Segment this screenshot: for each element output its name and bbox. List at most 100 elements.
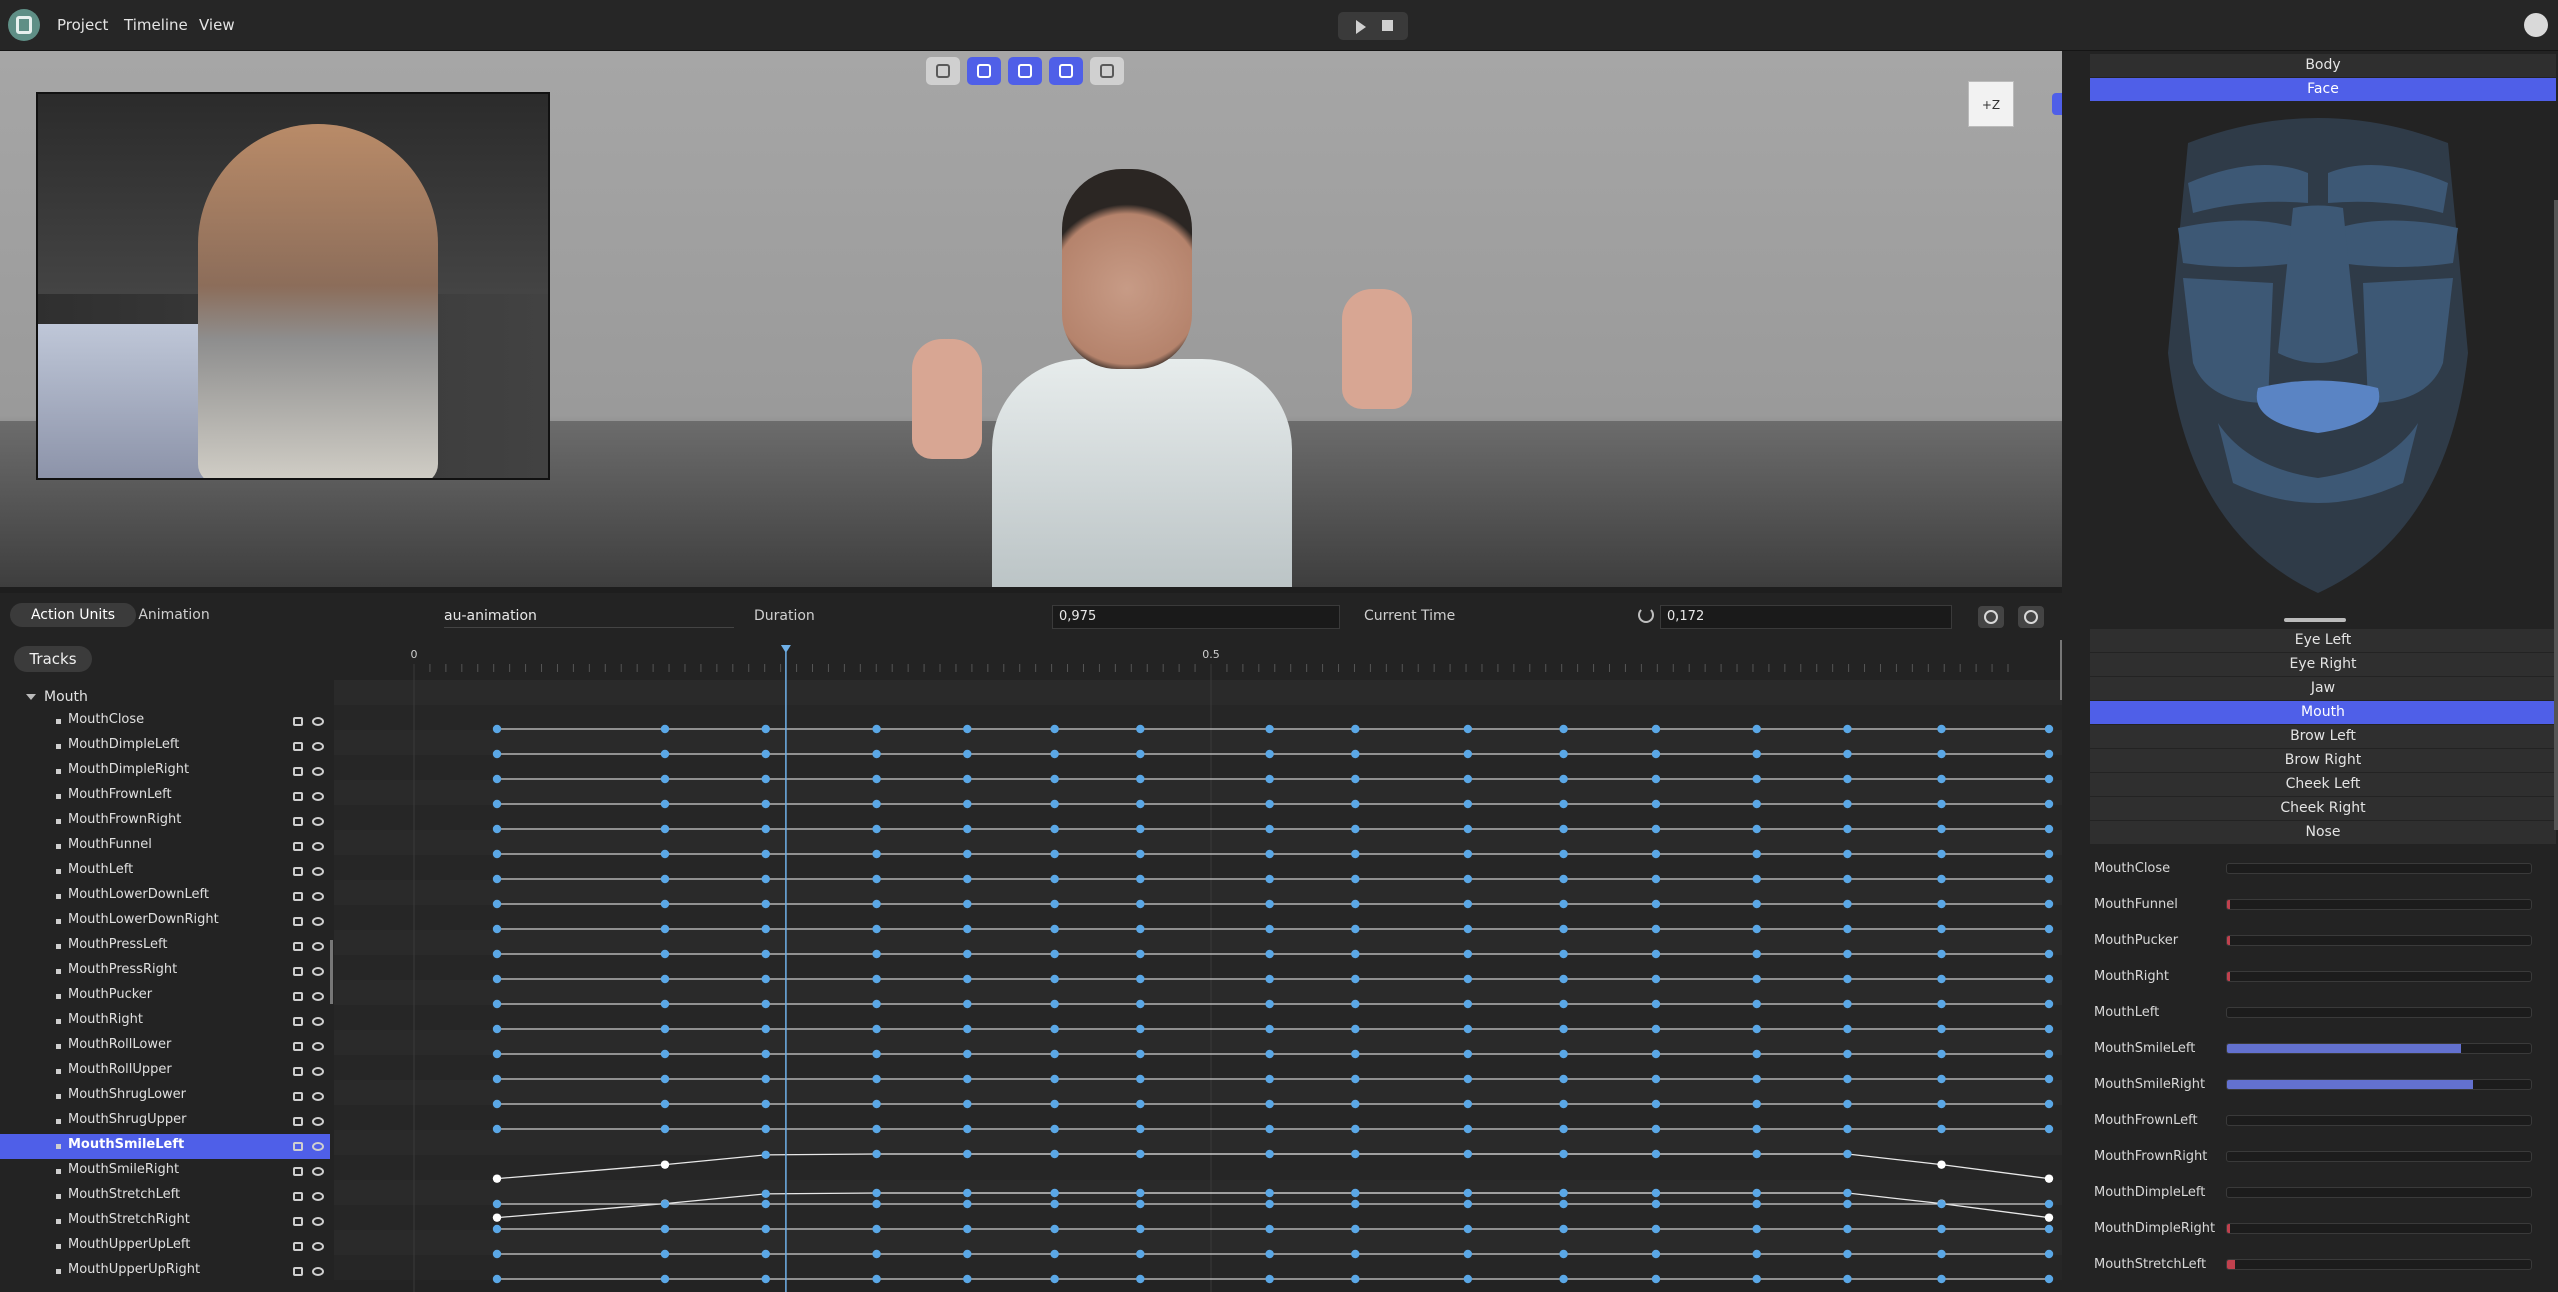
keyframe-point[interactable] [1265, 949, 1274, 959]
track-group-mouth[interactable]: Mouth [26, 685, 88, 709]
keyframe-point[interactable] [1351, 949, 1360, 959]
keyframe-point[interactable] [1351, 824, 1360, 834]
keyframe-point[interactable] [1463, 774, 1473, 784]
keyframe-point[interactable] [963, 849, 972, 859]
keyframe-point[interactable] [492, 1213, 502, 1222]
keyframe-point[interactable] [872, 1249, 881, 1259]
keyframe-point[interactable] [761, 999, 770, 1009]
keyframe-point[interactable] [1752, 999, 1761, 1009]
keyframe-point[interactable] [1050, 1188, 1059, 1198]
keyframe-point[interactable] [872, 1049, 881, 1059]
keyframe-point[interactable] [1843, 1274, 1852, 1284]
keyframe-point[interactable] [872, 724, 881, 734]
keyframe-point[interactable] [660, 799, 670, 809]
keyframe-point[interactable] [1843, 1074, 1852, 1084]
keyframe-point[interactable] [1463, 1124, 1473, 1134]
github-icon[interactable] [2524, 13, 2548, 37]
chevron-right-icon[interactable] [2052, 93, 2062, 115]
keyframe-point[interactable] [492, 724, 502, 734]
keyframe-point[interactable] [1651, 724, 1661, 734]
keyframe-point[interactable] [1136, 1274, 1145, 1284]
keyframe-point[interactable] [1265, 1188, 1274, 1198]
keyframe-point[interactable] [492, 849, 502, 859]
keyframe-point[interactable] [1651, 1199, 1661, 1209]
keyframe-point[interactable] [1050, 899, 1059, 909]
keyframe-point[interactable] [1843, 874, 1852, 884]
keyframe-point[interactable] [761, 1189, 770, 1199]
keyframe-point[interactable] [1265, 1199, 1274, 1209]
keyframe-point[interactable] [660, 1074, 670, 1084]
tracks-header[interactable]: Tracks [14, 646, 92, 672]
action-unit-slider[interactable] [2226, 863, 2532, 874]
keyframe-point[interactable] [1265, 1224, 1274, 1234]
keyframe-point[interactable] [1937, 1224, 1946, 1234]
keyframe-point[interactable] [1136, 1049, 1145, 1059]
keyframe-point[interactable] [660, 849, 670, 859]
menu-timeline[interactable]: Timeline [124, 16, 188, 34]
keyframe-point[interactable] [1050, 1074, 1059, 1084]
keyframe-point[interactable] [660, 1024, 670, 1034]
keyframe-point[interactable] [1843, 749, 1852, 759]
keyframe-point[interactable] [660, 949, 670, 959]
keyframe-point[interactable] [1752, 974, 1761, 984]
eye-icon[interactable] [312, 817, 324, 826]
lock-icon[interactable] [293, 1267, 303, 1276]
keyframe-point[interactable] [1651, 1049, 1661, 1059]
keyframe-point[interactable] [761, 1274, 770, 1284]
keyframe-point[interactable] [872, 824, 881, 834]
lock-icon[interactable] [293, 1067, 303, 1076]
keyframe-point[interactable] [761, 949, 770, 959]
keyframe-point[interactable] [1265, 924, 1274, 934]
keyframe-point[interactable] [1265, 1274, 1274, 1284]
eye-icon[interactable] [312, 1067, 324, 1076]
region-eye-left[interactable]: Eye Left [2090, 629, 2556, 652]
keyframe-point[interactable] [492, 899, 502, 909]
keyframe-point[interactable] [1463, 799, 1473, 809]
keyframe-point[interactable] [872, 1149, 881, 1159]
keyframe-point[interactable] [2044, 849, 2054, 859]
face-region-map[interactable] [2148, 103, 2488, 603]
keyframe-point[interactable] [2044, 949, 2054, 959]
lock-icon[interactable] [293, 717, 303, 726]
keyframe-point[interactable] [1559, 924, 1568, 934]
keyframe-point[interactable] [963, 924, 972, 934]
keyframe-point[interactable] [1265, 1074, 1274, 1084]
track-row[interactable]: MouthPressLeft [0, 934, 330, 959]
keyframe-point[interactable] [1651, 774, 1661, 784]
keyframe-point[interactable] [660, 1224, 670, 1234]
lock-icon[interactable] [293, 992, 303, 1001]
keyframe-point[interactable] [660, 874, 670, 884]
keyframe-point[interactable] [1265, 1249, 1274, 1259]
tab-body[interactable]: Body [2090, 54, 2556, 77]
keyframe-point[interactable] [1937, 1249, 1946, 1259]
eye-icon[interactable] [312, 1092, 324, 1101]
keyframe-point[interactable] [1463, 724, 1473, 734]
action-unit-slider[interactable] [2226, 899, 2532, 910]
eye-icon[interactable] [312, 1017, 324, 1026]
keyframe-point[interactable] [1050, 824, 1059, 834]
eye-icon[interactable] [312, 1042, 324, 1051]
keyframe-point[interactable] [1463, 949, 1473, 959]
keyframe-point[interactable] [1937, 874, 1946, 884]
keyframe-point[interactable] [1050, 974, 1059, 984]
keyframe-point[interactable] [1651, 849, 1661, 859]
face-panel-splitter[interactable] [2284, 618, 2346, 622]
keyframe-point[interactable] [1559, 1149, 1568, 1159]
keyframe-point[interactable] [1351, 1249, 1360, 1259]
keyframe-point[interactable] [761, 849, 770, 859]
eye-icon[interactable] [312, 1167, 324, 1176]
keyframe-point[interactable] [963, 999, 972, 1009]
keyframe-point[interactable] [963, 1249, 972, 1259]
keyframe-point[interactable] [1651, 1149, 1661, 1159]
keyframe-point[interactable] [1752, 874, 1761, 884]
keyframe-point[interactable] [492, 924, 502, 934]
action-unit-slider[interactable] [2226, 1187, 2532, 1198]
keyframe-point[interactable] [1136, 1199, 1145, 1209]
webcam-video-panel[interactable] [36, 92, 550, 480]
lock-icon[interactable] [293, 917, 303, 926]
eye-icon[interactable] [312, 792, 324, 801]
keyframe-point[interactable] [1351, 874, 1360, 884]
lock-icon[interactable] [293, 1017, 303, 1026]
keyframe-point[interactable] [1559, 799, 1568, 809]
eye-icon[interactable] [312, 767, 324, 776]
